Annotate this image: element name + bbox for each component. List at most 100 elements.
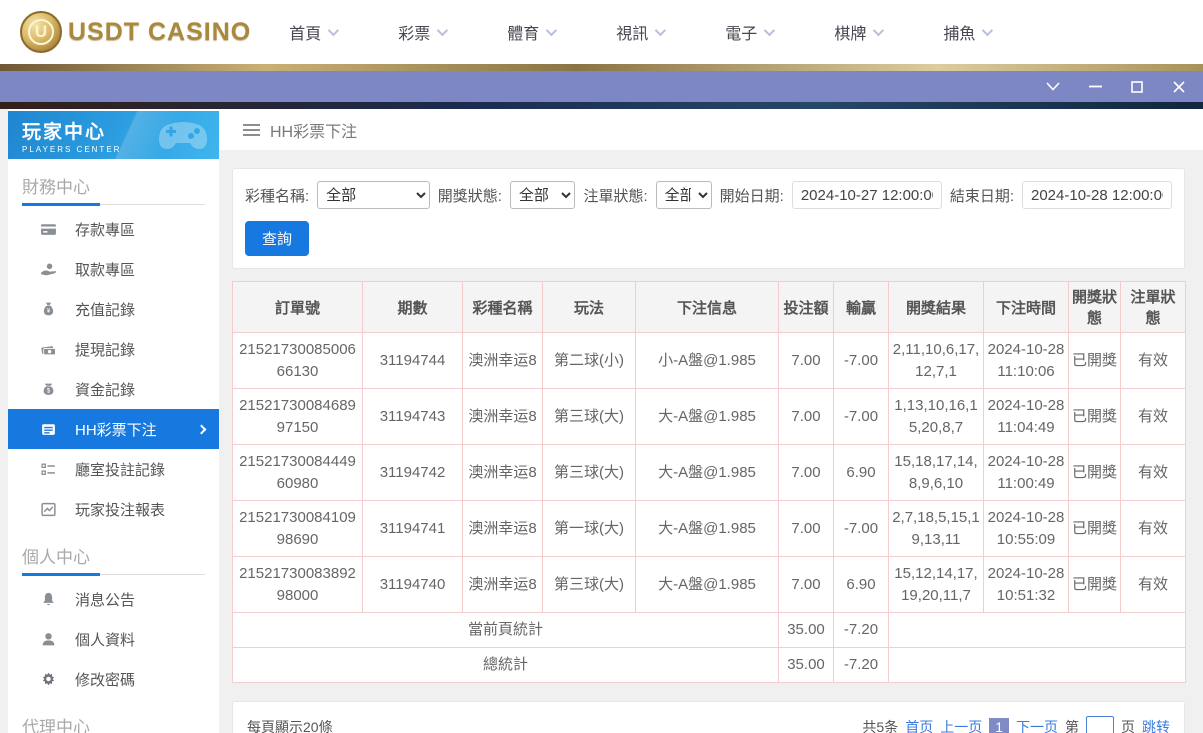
sidebar-item-label: 存款專區 (75, 219, 135, 240)
table-cell: 31194741 (363, 501, 463, 557)
hamburger-menu-icon[interactable] (243, 124, 260, 136)
table-cell: 第三球(大) (543, 557, 636, 613)
main-panel: HH彩票下注 彩種名稱: 全部 開獎狀態: 全部 注單狀態: (219, 109, 1203, 733)
lottery-name-select[interactable]: 全部 (317, 181, 430, 209)
sidebar-item-withdraw[interactable]: 取款專區 (8, 249, 219, 289)
pagination: 共5条 首页 上一页 1 下一页 第 页 跳转 (862, 716, 1170, 733)
col-period: 期數 (363, 282, 463, 333)
filter-panel: 彩種名稱: 全部 開獎狀態: 全部 注單狀態: 全部 開始日期: (232, 168, 1185, 269)
nav-item-fishing[interactable]: 捕魚 (943, 20, 990, 44)
table-row: 215217300846899715031194743澳洲幸运8第三球(大)大-… (233, 389, 1186, 445)
table-row: 215217300838929800031194740澳洲幸运8第三球(大)大-… (233, 557, 1186, 613)
jump-button[interactable]: 跳转 (1142, 717, 1170, 733)
sidebar-item-player-bet-report[interactable]: 玩家投注報表 (8, 489, 219, 529)
table-cell: 31194740 (363, 557, 463, 613)
table-cell: 有效 (1121, 557, 1186, 613)
end-date-input[interactable] (1022, 181, 1172, 209)
sidebar-item-announcements[interactable]: 消息公告 (8, 579, 219, 619)
table-cell: 15,18,17,14,8,9,6,10 (889, 445, 984, 501)
sidebar-item-label: 個人資料 (75, 629, 135, 650)
nav-item-home[interactable]: 首頁 (289, 20, 336, 44)
sidebar-item-withdraw-record[interactable]: 提現記錄 (8, 329, 219, 369)
summary-cell: 35.00 (779, 613, 834, 648)
query-button[interactable]: 查詢 (245, 221, 309, 256)
sidebar-item-label: 資金記錄 (75, 379, 135, 400)
sidebar: 玩家中心 PLAYERS CENTER 財務中心 存款專區 (8, 109, 219, 733)
table-cell: 2024-10-28 10:55:09 (984, 501, 1069, 557)
table-cell: 第三球(大) (543, 389, 636, 445)
nav-item-boardgames[interactable]: 棋牌 (834, 20, 881, 44)
nav-label: 捕魚 (943, 20, 975, 44)
col-win-loss: 輸贏 (834, 282, 889, 333)
banner-title: 玩家中心 (22, 117, 219, 144)
table-row: 215217300850066613031194744澳洲幸运8第二球(小)小-… (233, 333, 1186, 389)
table-cell: 31194742 (363, 445, 463, 501)
table-cell: 2,7,18,5,15,19,13,11 (889, 501, 984, 557)
nav-label: 體育 (507, 20, 539, 44)
window-close-icon[interactable] (1171, 79, 1187, 95)
next-page-link[interactable]: 下一页 (1016, 717, 1058, 733)
current-page[interactable]: 1 (989, 718, 1009, 733)
prev-page-link[interactable]: 上一页 (940, 717, 982, 733)
sidebar-item-hall-bet-record[interactable]: 廳室投註記錄 (8, 449, 219, 489)
table-cell: 第三球(大) (543, 445, 636, 501)
table-cell: 已開獎 (1069, 501, 1121, 557)
table-cell: 2152173008444960980 (233, 445, 363, 501)
table-cell: 7.00 (779, 389, 834, 445)
sidebar-item-label: 消息公告 (75, 589, 135, 610)
table-cell: 7.00 (779, 333, 834, 389)
sidebar-wrap: 玩家中心 PLAYERS CENTER 財務中心 存款專區 (0, 109, 219, 733)
col-order-no: 訂單號 (233, 282, 363, 333)
table-cell: 已開獎 (1069, 445, 1121, 501)
window-maximize-icon[interactable] (1129, 79, 1145, 95)
nav-item-slots[interactable]: 電子 (725, 20, 772, 44)
summary-cell: 當前頁統計 (233, 613, 779, 648)
chevron-right-icon (197, 424, 207, 434)
nav-item-lottery[interactable]: 彩票 (398, 20, 445, 44)
order-status-select[interactable]: 全部 (656, 181, 712, 209)
chevron-down-icon (437, 25, 448, 36)
window-minimize-icon[interactable] (1087, 79, 1103, 95)
sidebar-item-label: 修改密碼 (75, 669, 135, 690)
screen: U USDT CASINO 首頁 彩票 體育 視訊 電子 棋牌 捕魚 (0, 0, 1203, 733)
pagination-bar: 每頁顯示20條 共5条 首页 上一页 1 下一页 第 页 跳转 (232, 701, 1185, 733)
svg-text:¥: ¥ (47, 307, 51, 314)
start-date-input[interactable] (792, 181, 942, 209)
window-dropdown-icon[interactable] (1045, 79, 1061, 95)
page-size-text: 每頁顯示20條 (247, 717, 333, 733)
site-logo[interactable]: U USDT CASINO (20, 11, 251, 53)
col-bet-info: 下注信息 (636, 282, 779, 333)
table-cell: 已開獎 (1069, 333, 1121, 389)
sidebar-item-profile[interactable]: 個人資料 (8, 619, 219, 659)
coin-letter: U (28, 19, 54, 45)
col-play-type: 玩法 (543, 282, 636, 333)
lottery-name-label: 彩種名稱: (245, 185, 309, 206)
site-topnav: U USDT CASINO 首頁 彩票 體育 視訊 電子 棋牌 捕魚 (0, 0, 1203, 64)
summary-cell (889, 648, 1186, 683)
table-cell: 小-A盤@1.985 (636, 333, 779, 389)
sidebar-item-hh-lottery-bets[interactable]: HH彩票下注 (8, 409, 219, 449)
nav-item-live[interactable]: 視訊 (616, 20, 663, 44)
svg-text:$: $ (47, 387, 51, 394)
table-cell: 澳洲幸运8 (463, 333, 543, 389)
workspace: 玩家中心 PLAYERS CENTER 財務中心 存款專區 (0, 109, 1203, 733)
sidebar-item-label: 廳室投註記錄 (75, 459, 165, 480)
sidebar-item-recharge-record[interactable]: ¥ 充值記錄 (8, 289, 219, 329)
chevron-down-icon (982, 25, 993, 36)
draw-status-select[interactable]: 全部 (510, 181, 576, 209)
table-cell: 有效 (1121, 445, 1186, 501)
sidebar-item-change-password[interactable]: 修改密碼 (8, 659, 219, 699)
sidebar-item-deposit[interactable]: 存款專區 (8, 209, 219, 249)
jump-page-input[interactable] (1086, 716, 1114, 733)
order-status-label: 注單狀態: (583, 185, 647, 206)
gamepad-icon (157, 117, 209, 153)
nav-item-sports[interactable]: 體育 (507, 20, 554, 44)
summary-cell: -7.20 (834, 648, 889, 683)
nav-label: 電子 (725, 20, 757, 44)
summary-cell: -7.20 (834, 613, 889, 648)
sidebar-item-funds-record[interactable]: $ 資金記錄 (8, 369, 219, 409)
money-bag-icon: ¥ (40, 301, 57, 318)
first-page-link[interactable]: 首页 (905, 717, 933, 733)
jump-label-prefix: 第 (1065, 717, 1079, 733)
table-cell: 澳洲幸运8 (463, 501, 543, 557)
